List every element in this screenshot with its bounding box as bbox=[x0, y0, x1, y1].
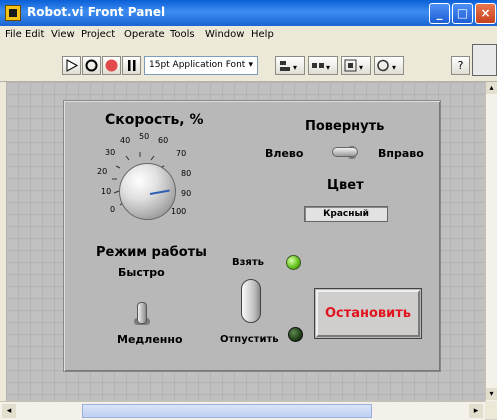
svg-text:▾: ▾ bbox=[326, 63, 330, 72]
menu-tools[interactable]: Tools bbox=[170, 29, 195, 40]
menu-operate[interactable]: Operate bbox=[124, 29, 165, 40]
maximize-button[interactable]: □ bbox=[452, 3, 473, 24]
stop-button[interactable]: Остановить bbox=[316, 290, 420, 337]
title-bar[interactable]: Robot.vi Front Panel _ □ × bbox=[0, 0, 497, 26]
mode-fast-label: Быстро bbox=[118, 266, 165, 279]
scroll-up-icon[interactable]: ▴ bbox=[486, 82, 497, 94]
take-led bbox=[286, 255, 301, 270]
menu-edit[interactable]: Edit bbox=[25, 29, 44, 40]
vi-icon bbox=[5, 5, 21, 21]
color-label: Цвет bbox=[327, 178, 364, 193]
speed-tick-20: 20 bbox=[97, 167, 108, 176]
menu-window[interactable]: Window bbox=[205, 29, 244, 40]
minimize-button[interactable]: _ bbox=[429, 3, 450, 24]
menu-project[interactable]: Project bbox=[81, 29, 115, 40]
speed-tick-60: 60 bbox=[158, 136, 169, 145]
font-select-value: 15pt Application Font bbox=[149, 60, 246, 70]
close-button[interactable]: × bbox=[475, 3, 496, 24]
align-objects-icon[interactable]: ▾ bbox=[275, 56, 305, 75]
scroll-left-icon[interactable]: ◂ bbox=[2, 404, 16, 418]
color-indicator: Красный bbox=[304, 206, 388, 222]
menu-view[interactable]: View bbox=[51, 29, 75, 40]
speed-label: Скорость, % bbox=[105, 112, 204, 128]
scroll-right-icon[interactable]: ▸ bbox=[469, 404, 483, 418]
grip-button[interactable] bbox=[241, 279, 261, 323]
menu-file[interactable]: File bbox=[5, 29, 22, 40]
turn-right-label: Вправо bbox=[378, 147, 424, 160]
run-continuously-icon[interactable] bbox=[82, 56, 101, 75]
svg-text:▾: ▾ bbox=[293, 63, 297, 72]
speed-tick-50: 50 bbox=[139, 132, 150, 141]
abort-icon[interactable] bbox=[102, 56, 121, 75]
reorder-icon[interactable]: ▾ bbox=[374, 56, 404, 75]
vertical-scrollbar[interactable]: ▴ ▾ bbox=[485, 82, 497, 401]
scroll-thumb[interactable] bbox=[82, 404, 372, 418]
mode-slow-label: Медленно bbox=[117, 333, 183, 346]
menu-bar: File Edit View Project Operate Tools Win… bbox=[0, 26, 497, 45]
svg-text:▾: ▾ bbox=[392, 63, 396, 72]
vi-connector-icon bbox=[472, 44, 497, 76]
grip-release-label: Отпустить bbox=[220, 334, 279, 345]
pause-icon[interactable] bbox=[122, 56, 141, 75]
run-arrow-icon[interactable] bbox=[62, 56, 81, 75]
mode-label: Режим работы bbox=[96, 245, 207, 260]
resize-objects-icon[interactable]: ▾ bbox=[341, 56, 371, 75]
horizontal-scrollbar[interactable]: ◂ ▸ bbox=[0, 401, 485, 420]
help-icon[interactable]: ? bbox=[451, 56, 470, 75]
window-title: Robot.vi Front Panel bbox=[27, 5, 166, 19]
scroll-down-icon[interactable]: ▾ bbox=[486, 388, 497, 400]
menu-help[interactable]: Help bbox=[251, 29, 274, 40]
toolbar: 15pt Application Font ▾ ▾ ▾ ▾ ▾ ? bbox=[0, 45, 497, 82]
turn-label: Повернуть bbox=[305, 119, 385, 134]
turn-left-label: Влево bbox=[265, 147, 304, 160]
release-led bbox=[288, 327, 303, 342]
help-label: ? bbox=[457, 59, 464, 72]
turn-switch[interactable] bbox=[332, 147, 358, 157]
font-select[interactable]: 15pt Application Font ▾ bbox=[144, 56, 258, 75]
mode-switch[interactable] bbox=[137, 302, 147, 324]
svg-text:▾: ▾ bbox=[359, 63, 363, 72]
speed-tick-40: 40 bbox=[120, 136, 131, 145]
grip-take-label: Взять bbox=[232, 257, 264, 268]
labview-window: Robot.vi Front Panel _ □ × File Edit Vie… bbox=[0, 0, 497, 420]
chevron-down-icon: ▾ bbox=[248, 60, 253, 70]
distribute-objects-icon[interactable]: ▾ bbox=[308, 56, 338, 75]
